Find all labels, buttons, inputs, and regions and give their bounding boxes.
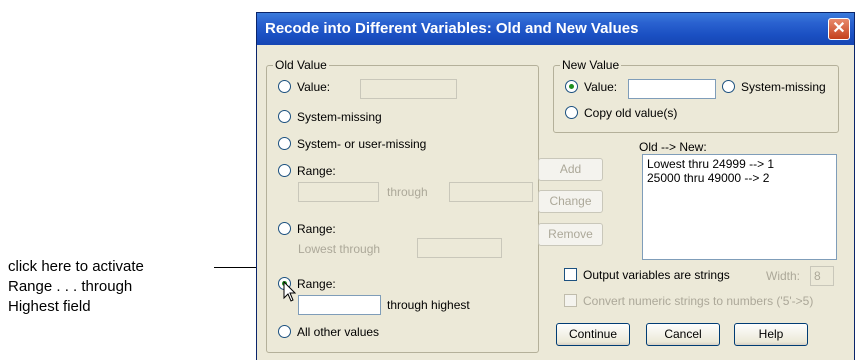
mapping-header: Old --> New:: [639, 140, 707, 154]
system-or-user-missing-label: System- or user-missing: [297, 137, 427, 151]
width-input[interactable]: 8: [810, 266, 834, 286]
range-2-radio[interactable]: [278, 222, 291, 235]
mouse-pointer-icon: [283, 281, 297, 302]
all-other-values-option[interactable]: All other values: [278, 325, 379, 339]
system-missing-radio[interactable]: [278, 110, 291, 123]
copy-old-value-option[interactable]: Copy old value(s): [565, 106, 677, 120]
old-value-value-option[interactable]: Value:: [278, 80, 330, 94]
old-value-value-label: Value:: [297, 80, 331, 94]
recode-dialog: Recode into Different Variables: Old and…: [256, 12, 855, 360]
copy-old-value-label: Copy old value(s): [584, 106, 678, 120]
annotation-callout: click here to activate Range . . . throu…: [8, 257, 144, 317]
convert-numeric-checkbox[interactable]: [564, 294, 577, 307]
copy-old-value-radio[interactable]: [565, 106, 578, 119]
range-1-radio[interactable]: [278, 164, 291, 177]
new-system-missing-option[interactable]: System-missing: [722, 80, 826, 94]
old-value-legend: Old Value: [273, 58, 329, 72]
old-value-group: Old Value Value: System-missing System- …: [266, 58, 539, 353]
continue-button[interactable]: Continue: [556, 323, 630, 346]
output-strings-checkbox[interactable]: [564, 268, 577, 281]
old-new-list[interactable]: Lowest thru 24999 --> 1 25000 thru 49000…: [642, 154, 837, 260]
list-item[interactable]: 25000 thru 49000 --> 2: [647, 171, 832, 185]
range-1-to-input[interactable]: [449, 182, 533, 202]
add-button[interactable]: Add: [538, 158, 603, 181]
new-system-missing-label: System-missing: [741, 80, 826, 94]
cancel-button[interactable]: Cancel: [646, 323, 720, 346]
width-label: Width:: [766, 269, 801, 283]
title-bar: Recode into Different Variables: Old and…: [257, 13, 854, 45]
range-2-lowest-through-label: Lowest through: [298, 242, 381, 256]
new-value-radio[interactable]: [565, 80, 578, 93]
new-system-missing-radio[interactable]: [722, 80, 735, 93]
new-value-group: New Value Value: System-missing Copy old…: [553, 58, 839, 133]
new-value-value-label: Value:: [584, 80, 618, 94]
close-icon[interactable]: ✕: [828, 18, 850, 40]
new-value-input[interactable]: [628, 79, 716, 99]
range-1-from-input[interactable]: [298, 182, 379, 202]
convert-numeric-label: Convert numeric strings to numbers ('5'-…: [583, 294, 814, 308]
system-or-user-missing-radio[interactable]: [278, 137, 291, 150]
output-strings-option[interactable]: Output variables are strings: [564, 268, 730, 282]
annotation-line-2: Range . . . through: [8, 278, 133, 295]
range-1-through-label: through: [387, 185, 428, 199]
remove-button[interactable]: Remove: [538, 223, 603, 246]
annotation-line-1: click here to activate: [8, 258, 144, 275]
range-option-2[interactable]: Range:: [278, 222, 336, 236]
all-other-values-label: All other values: [297, 325, 380, 339]
old-value-input[interactable]: [360, 79, 457, 99]
range-3-from-input[interactable]: [298, 295, 381, 315]
all-other-values-radio[interactable]: [278, 325, 291, 338]
system-or-user-missing-option[interactable]: System- or user-missing: [278, 137, 426, 151]
range-1-label: Range:: [297, 164, 336, 178]
change-button[interactable]: Change: [538, 190, 603, 213]
annotation-line-3: Highest field: [8, 298, 91, 315]
range-3-through-highest-label: through highest: [387, 298, 470, 312]
system-missing-option[interactable]: System-missing: [278, 110, 382, 124]
new-value-legend: New Value: [560, 58, 622, 72]
system-missing-label: System-missing: [297, 110, 382, 124]
new-value-value-option[interactable]: Value:: [565, 80, 617, 94]
range-2-to-input[interactable]: [417, 238, 502, 258]
help-button[interactable]: Help: [734, 323, 808, 346]
old-value-radio[interactable]: [278, 80, 291, 93]
convert-numeric-option[interactable]: Convert numeric strings to numbers ('5'-…: [564, 294, 813, 308]
output-strings-label: Output variables are strings: [583, 268, 730, 282]
list-item[interactable]: Lowest thru 24999 --> 1: [647, 157, 832, 171]
range-3-label: Range:: [297, 277, 336, 291]
range-option-1[interactable]: Range:: [278, 164, 336, 178]
range-2-label: Range:: [297, 222, 336, 236]
window-title: Recode into Different Variables: Old and…: [265, 20, 639, 37]
